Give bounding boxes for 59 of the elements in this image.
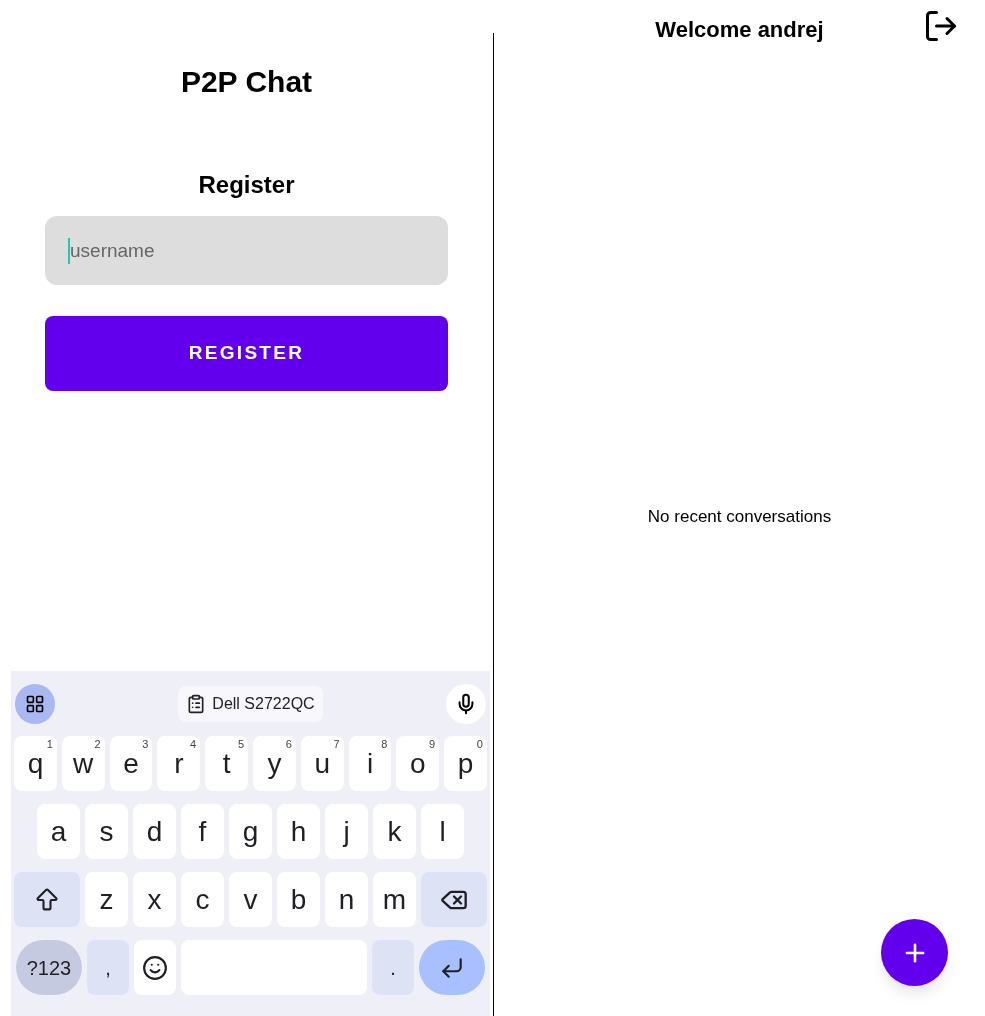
keyboard-key[interactable]: l bbox=[421, 804, 464, 859]
keyboard-key[interactable]: d bbox=[133, 804, 176, 859]
keyboard-key[interactable]: m bbox=[373, 872, 416, 927]
grid-icon bbox=[25, 693, 45, 714]
text-cursor bbox=[68, 238, 70, 264]
key-hint: 2 bbox=[94, 737, 101, 752]
keyboard-key[interactable]: j bbox=[325, 804, 368, 859]
key-hint: 4 bbox=[190, 737, 197, 752]
app-title: P2P Chat bbox=[180, 64, 313, 100]
key-hint: 9 bbox=[429, 737, 436, 752]
apps-button[interactable] bbox=[15, 683, 55, 724]
username-field[interactable]: username bbox=[45, 216, 448, 285]
key-hint: 6 bbox=[285, 737, 292, 752]
backspace-key[interactable] bbox=[421, 872, 487, 927]
keyboard-key[interactable]: p 0 bbox=[444, 736, 487, 791]
key-hint: 0 bbox=[476, 737, 483, 752]
welcome-title: Welcome andrej bbox=[655, 15, 824, 44]
keyboard-key[interactable]: q 1 bbox=[14, 736, 57, 791]
keyboard-key[interactable]: t 5 bbox=[205, 736, 248, 791]
keyboard-key[interactable]: , bbox=[87, 940, 129, 995]
new-chat-button[interactable] bbox=[881, 919, 948, 986]
keyboard-key[interactable]: h bbox=[277, 804, 320, 859]
emoji-icon bbox=[142, 954, 168, 981]
keyboard-key[interactable]: x bbox=[133, 872, 176, 927]
keyboard-key[interactable]: c bbox=[181, 872, 224, 927]
keyboard-key[interactable]: a bbox=[37, 804, 80, 859]
shift-key[interactable] bbox=[14, 872, 80, 927]
keyboard-key[interactable]: v bbox=[229, 872, 272, 927]
register-button[interactable]: REGISTER bbox=[45, 316, 448, 391]
clipboard-icon bbox=[186, 693, 207, 714]
keyboard-key[interactable]: b bbox=[277, 872, 320, 927]
keyboard-key[interactable]: y 6 bbox=[253, 736, 296, 791]
keyboard-key[interactable]: g bbox=[229, 804, 272, 859]
keyboard-key[interactable]: r 4 bbox=[157, 736, 201, 791]
keyboard-key[interactable]: z bbox=[85, 872, 128, 927]
keyboard-key[interactable]: f bbox=[181, 804, 224, 859]
keyboard-key[interactable]: s bbox=[85, 804, 128, 859]
enter-key[interactable] bbox=[419, 940, 485, 995]
key-hint: 5 bbox=[237, 737, 244, 752]
register-heading: Register bbox=[198, 170, 295, 200]
keyboard-key[interactable]: w 2 bbox=[61, 736, 105, 791]
logout-icon bbox=[923, 8, 959, 44]
key-hint: 3 bbox=[142, 737, 149, 752]
keyboard-key[interactable]: e 3 bbox=[109, 736, 153, 791]
keyboard-key[interactable]: n bbox=[325, 872, 368, 927]
empty-message: No recent conversations bbox=[647, 506, 832, 529]
key-hint: 1 bbox=[46, 737, 53, 752]
key-hint: 8 bbox=[381, 737, 388, 752]
emoji-key[interactable] bbox=[134, 940, 176, 995]
symbols-key[interactable]: ?123 bbox=[16, 940, 82, 995]
keyboard-key[interactable]: o 9 bbox=[396, 736, 440, 791]
keyboard-key[interactable]: i 8 bbox=[348, 736, 392, 791]
logout-button[interactable] bbox=[923, 8, 959, 44]
keyboard-key[interactable]: k bbox=[373, 804, 416, 859]
keyboard-key[interactable]: u 7 bbox=[300, 736, 344, 791]
mic-button[interactable] bbox=[446, 683, 486, 724]
clipboard-chip[interactable]: Dell S2722QC bbox=[178, 685, 323, 722]
key-hint: 7 bbox=[333, 737, 340, 752]
keyboard-key[interactable]: . bbox=[372, 940, 414, 995]
